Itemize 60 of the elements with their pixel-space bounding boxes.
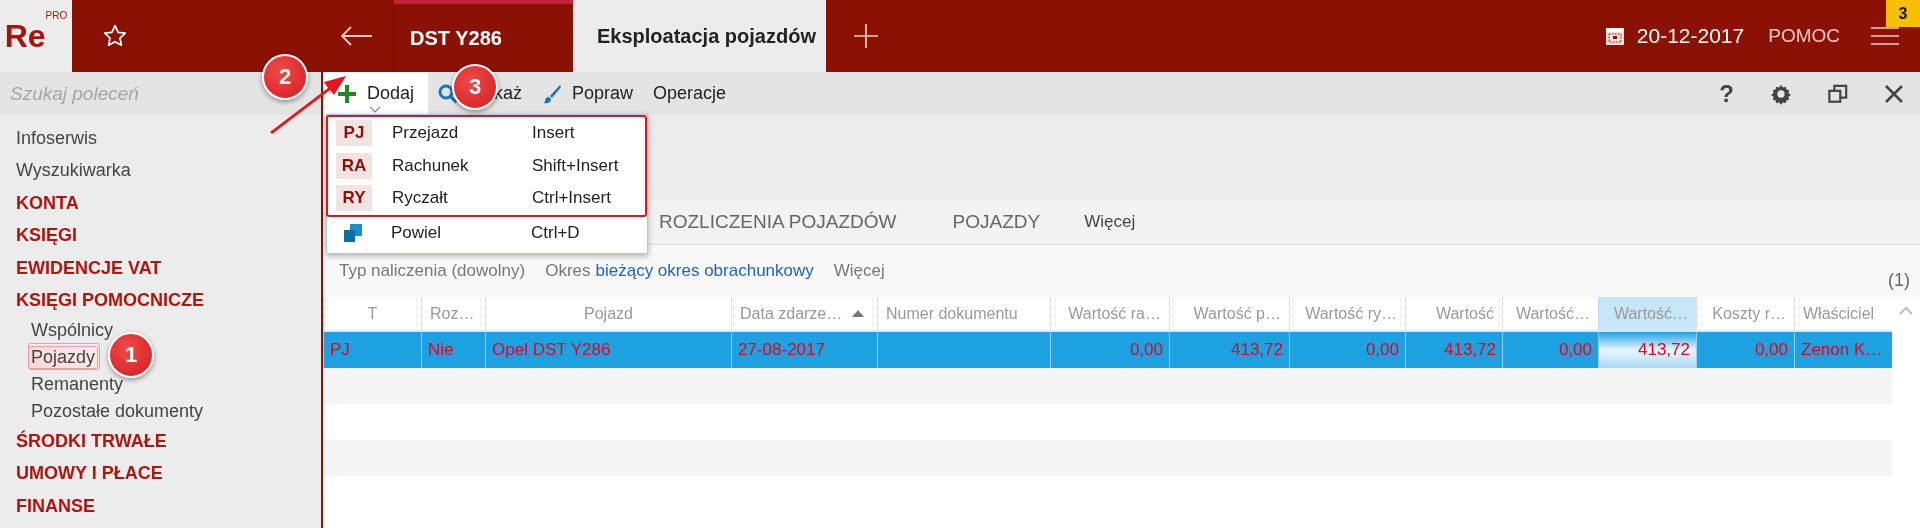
table-cell: 0,00 — [1365, 340, 1399, 360]
menu-item[interactable]: RY Ryczałt Ctrl+Insert — [328, 182, 645, 215]
search-icon — [438, 83, 458, 104]
type-badge: RY — [336, 185, 372, 212]
close-icon[interactable] — [1884, 83, 1904, 104]
sidebar-item[interactable]: KSIĘGI — [16, 225, 77, 247]
add-tab-icon[interactable] — [853, 23, 879, 49]
app-tab[interactable]: Eksploatacja pojazdów — [573, 0, 826, 72]
table-cell: Nie — [428, 340, 454, 360]
sidebar-item[interactable]: FINANSE — [16, 495, 95, 517]
menu-item[interactable]: PJ Przejazd Insert — [328, 117, 645, 150]
table-cell: 0,00 — [1754, 340, 1788, 360]
table-row[interactable]: PJ Nie Opel DST Y286 27-08-2017 0,00 413,72 0,00 413,72 0,00 413,72 0,00 Zenon K… — [323, 332, 1892, 368]
highlight-callout — [28, 343, 100, 370]
toolbar-button[interactable]: Dodaj — [323, 72, 428, 115]
view-tab[interactable]: POJAZDY — [952, 211, 1041, 233]
plus-icon — [337, 83, 357, 104]
sidebar-item[interactable]: Infoserwis — [16, 127, 98, 149]
toolbar-button[interactable]: Popraw — [532, 72, 644, 115]
sidebar-item[interactable]: UMOWY I PŁACE — [16, 463, 163, 485]
record-count: (1) — [1888, 270, 1910, 291]
table-cell: 0,00 — [1558, 340, 1592, 360]
type-badge: PJ — [336, 120, 372, 147]
table-cell: 0,00 — [1129, 340, 1163, 360]
sidebar-item[interactable]: Wyszukiwarka — [16, 160, 131, 182]
notification-badge: 3 — [1886, 0, 1920, 27]
calendar-icon[interactable] — [1604, 26, 1625, 46]
filter-link[interactable]: Więcej — [833, 261, 885, 281]
menu-item[interactable]: RA Rachunek Shift+Insert — [328, 149, 645, 182]
restore-window-icon[interactable] — [1828, 83, 1848, 104]
filter-link[interactable]: Okres bieżący okres obrachunkowy — [545, 261, 814, 281]
sidebar-item[interactable]: Pozostałe dokumenty — [31, 401, 204, 422]
filter-link[interactable]: Typ naliczenia (dowolny) — [339, 261, 526, 281]
sidebar-item[interactable]: ŚRODKI TRWAŁE — [16, 430, 167, 452]
view-tab[interactable]: ROZLICZENIA POJAZDÓW — [659, 211, 897, 233]
menu-item[interactable]: Powiel Ctrl+D — [327, 216, 647, 249]
toolbar-button[interactable]: Operacje — [643, 72, 737, 115]
star-icon[interactable] — [102, 23, 128, 49]
sidebar-item[interactable]: EWIDENCJE VAT — [16, 257, 162, 279]
copy-icon — [343, 222, 363, 243]
menu-icon[interactable] — [1870, 25, 1900, 47]
table-cell: Zenon K… — [1801, 340, 1883, 360]
help-link[interactable]: POMOC — [1768, 25, 1840, 47]
table-cell: 413,72 — [1231, 340, 1283, 360]
sidebar-item[interactable]: Pojazdy — [28, 346, 99, 369]
app-logo: Re $^{PRO}$ — [0, 0, 72, 72]
table-cell: PJ — [330, 340, 350, 360]
brush-icon — [542, 83, 562, 104]
back-arrow-icon[interactable] — [341, 26, 373, 46]
table-cell: 27-08-2017 — [738, 340, 825, 360]
table-cell: 413,72 — [1638, 340, 1690, 360]
table-cell: 413,72 — [1444, 340, 1496, 360]
help-icon[interactable]: ? — [1719, 79, 1734, 108]
sidebar-item[interactable]: KONTA — [16, 192, 79, 214]
chevron-down-icon — [369, 106, 381, 113]
current-date[interactable]: 20-12-2017 — [1636, 24, 1745, 48]
table-cell: Opel DST Y286 — [492, 340, 611, 360]
type-badge: RA — [336, 152, 372, 179]
sidebar-item[interactable]: KSIĘGI POMOCNICZE — [16, 290, 204, 312]
view-tab[interactable]: Więcej — [1084, 212, 1136, 232]
